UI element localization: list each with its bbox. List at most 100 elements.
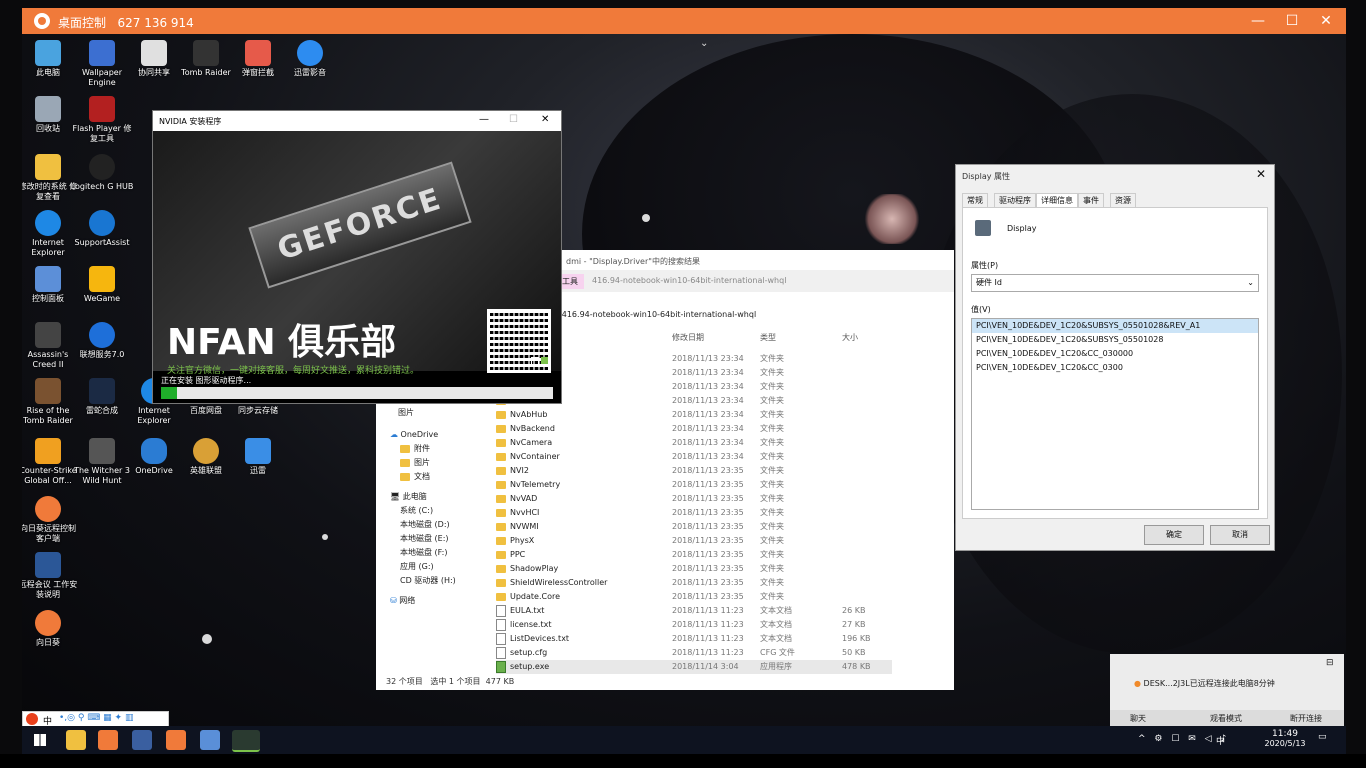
file-row[interactable]: ShadowPlay 2018/11/13 23:35 文件夹 [496,562,892,576]
file-row[interactable]: ShieldWirelessController 2018/11/13 23:35… [496,576,892,590]
list-item[interactable]: PCI\VEN_10DE&DEV_1C20&SUBSYS_05501028 [972,333,1258,347]
file-row[interactable]: PhysX 2018/11/13 23:35 文件夹 [496,534,892,548]
remote-session-notification[interactable]: ⊟ ● DESK...2J3L已远程连接此电脑8分钟 聊天 观看模式 断开连接 [1110,654,1344,726]
close-button[interactable]: ✕ [1256,167,1266,181]
ok-button[interactable]: 确定 [1144,525,1204,545]
nav-item[interactable]: 图片 [390,406,490,420]
desktop-icon[interactable]: Logitech G HUB [70,154,134,192]
display-settings-taskbar-icon[interactable] [132,730,152,750]
file-type: 文件夹 [760,494,784,503]
file-icon [496,604,506,617]
desktop-icon[interactable]: 向日葵 [22,610,80,648]
file-row[interactable]: NvVAD 2018/11/13 23:35 文件夹 [496,492,892,506]
file-row[interactable]: NvTelemetry 2018/11/13 23:35 文件夹 [496,478,892,492]
nav-item[interactable]: 🖥 此电脑 [390,490,490,504]
logitech-icon [89,154,115,180]
nvidia-titlebar[interactable]: NVIDIA 安装程序 — ☐ ✕ [153,111,561,131]
minimize-button[interactable]: — [1248,12,1268,30]
file-row[interactable]: NvCamera 2018/11/13 23:34 文件夹 [496,436,892,450]
folder-icon [496,424,506,433]
page-dot-icon[interactable] [531,357,539,365]
nav-item[interactable]: CD 驱动器 (H:) [390,574,490,588]
file-explorer-taskbar-icon[interactable] [66,730,86,750]
view-mode-button[interactable]: 观看模式 [1210,713,1242,724]
nav-item[interactable]: ⛁ 网络 [390,594,490,608]
column-header-type[interactable]: 类型 [760,332,776,343]
desktop-icon[interactable]: SupportAssist [70,210,134,248]
disconnect-button[interactable]: 断开连接 [1290,713,1322,724]
nav-item[interactable]: ☁ OneDrive [390,428,490,442]
file-row[interactable]: PPC 2018/11/13 23:35 文件夹 [496,548,892,562]
desktop-icon[interactable]: 迅雷影音 [278,40,342,78]
nav-item[interactable]: 应用 (G:) [390,560,490,574]
folder-icon [496,508,506,517]
maximize-button[interactable]: ☐ [509,114,518,125]
sunlogin-taskbar-icon[interactable] [166,730,186,750]
device-name: Display [1007,224,1037,233]
file-row[interactable]: NvAbHub 2018/11/13 23:34 文件夹 [496,408,892,422]
nav-item[interactable]: 文档 [390,470,490,484]
wallpaper-flower [862,194,922,244]
close-button[interactable]: ✕ [541,114,549,125]
file-row[interactable]: NvContainer 2018/11/13 23:34 文件夹 [496,450,892,464]
file-row[interactable]: license.txt 2018/11/13 11:23 文本文档 27 KB [496,618,892,632]
desktop-icon[interactable]: 远程会议 工作安装说明 [22,552,80,600]
address-bar[interactable]: › 416.94-notebook-win10-64bit-internatio… [556,310,954,326]
windows-start-icon[interactable] [34,734,46,746]
qq-taskbar-icon[interactable] [98,730,118,750]
list-item[interactable]: PCI\VEN_10DE&DEV_1C20&SUBSYS_05501028&RE… [972,319,1258,333]
file-row[interactable]: setup.exe 2018/11/14 3:04 应用程序 478 KB [496,660,892,674]
list-item[interactable]: PCI\VEN_10DE&DEV_1C20&CC_030000 [972,347,1258,361]
device-manager-taskbar-icon[interactable] [200,730,220,750]
display-properties-dialog[interactable]: Display 属性 ✕ 常规 驱动程序 详细信息 事件 资源 Display … [955,164,1275,551]
collapse-icon[interactable]: ⊟ [1326,658,1334,668]
list-item[interactable]: PCI\VEN_10DE&DEV_1C20&CC_0300 [972,361,1258,375]
value-list[interactable]: PCI\VEN_10DE&DEV_1C20&SUBSYS_05501028&RE… [971,318,1259,510]
file-row[interactable]: NvBackend 2018/11/13 23:34 文件夹 [496,422,892,436]
tab-details[interactable]: 详细信息 [1036,193,1078,208]
remote-window-titlebar[interactable]: 桌面控制 627 136 914 — ☐ ✕ [22,8,1346,34]
tab-events[interactable]: 事件 [1078,193,1104,208]
file-type: CFG 文件 [760,648,795,657]
desktop-icon[interactable]: 联想服务7.0 [70,322,134,360]
tab-resources[interactable]: 资源 [1110,193,1136,208]
desktop-icon[interactable]: Flash Player 修复工具 [70,96,134,144]
file-type: 文本文档 [760,634,792,643]
tab-general[interactable]: 常规 [962,193,988,208]
column-header-size[interactable]: 大小 [842,332,858,343]
column-header-date[interactable]: 修改日期 [672,332,704,343]
nav-item[interactable]: 本地磁盘 (E:) [390,532,490,546]
nav-item[interactable]: 图片 [390,456,490,470]
notification-center-icon[interactable]: ▭ [1318,732,1327,742]
nav-item[interactable]: 系统 (C:) [390,504,490,518]
desktop-icon[interactable]: 向日葵远程控制 客户端 [22,496,80,544]
close-button[interactable]: ✕ [1316,12,1336,30]
nvidia-taskbar-icon[interactable] [232,730,260,752]
property-select[interactable]: 硬件 Id ⌄ [971,274,1259,292]
nav-item[interactable]: 附件 [390,442,490,456]
clock[interactable]: 11:49 2020/5/13 [1262,729,1308,748]
ime-tools-icon[interactable]: •,◎ ⚲ ⌨ ▦ ✦ ▥ [59,713,133,723]
desktop-icon[interactable]: 迅雷 [226,438,290,476]
ime-indicator[interactable]: 中 [1216,734,1225,747]
nav-item[interactable]: 本地磁盘 (F:) [390,546,490,560]
file-type: 文件夹 [760,410,784,419]
file-row[interactable]: NVI2 2018/11/13 23:35 文件夹 [496,464,892,478]
cancel-button[interactable]: 取消 [1210,525,1270,545]
tab-driver[interactable]: 驱动程序 [994,193,1036,208]
nvidia-installer-window[interactable]: NVIDIA 安装程序 — ☐ ✕ GEFORCE NFAN 俱乐部 关注官方微… [152,110,562,404]
maximize-button[interactable]: ☐ [1282,12,1302,30]
desktop-icon[interactable]: WeGame [70,266,134,304]
file-row[interactable]: ListDevices.txt 2018/11/13 11:23 文本文档 196 K… [496,632,892,646]
chevron-down-icon[interactable]: ⌄ [700,38,708,49]
file-row[interactable]: EULA.txt 2018/11/13 11:23 文本文档 26 KB [496,604,892,618]
chat-button[interactable]: 聊天 [1130,713,1146,724]
file-row[interactable]: Update.Core 2018/11/13 23:35 文件夹 [496,590,892,604]
tab-path[interactable]: 416.94-notebook-win10-64bit-internationa… [592,276,786,285]
file-row[interactable]: NVWMI 2018/11/13 23:35 文件夹 [496,520,892,534]
file-row[interactable]: NvvHCI 2018/11/13 23:35 文件夹 [496,506,892,520]
nav-item[interactable]: 本地磁盘 (D:) [390,518,490,532]
minimize-button[interactable]: — [479,114,489,125]
file-row[interactable]: setup.cfg 2018/11/13 11:23 CFG 文件 50 KB [496,646,892,660]
page-dot-active-icon[interactable] [541,357,548,364]
